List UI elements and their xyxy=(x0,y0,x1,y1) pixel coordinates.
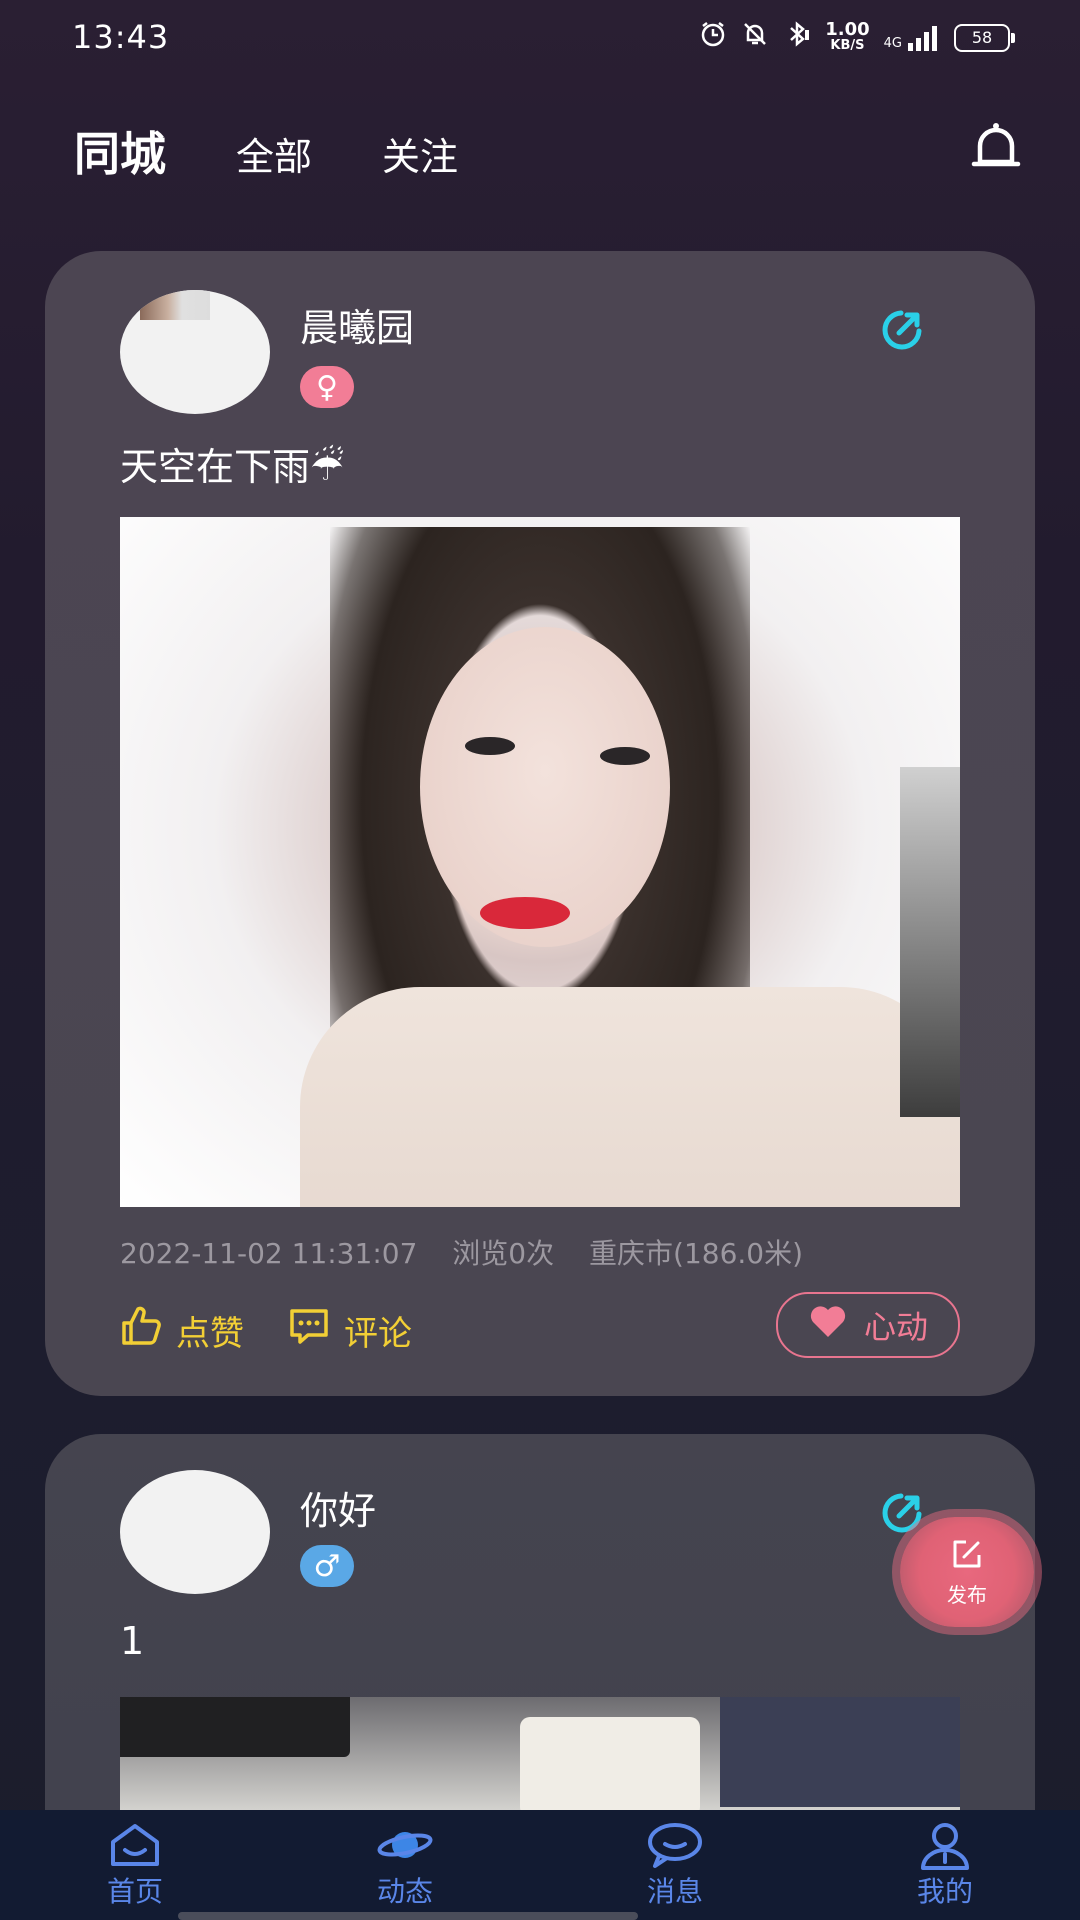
like-button[interactable]: 点赞 xyxy=(120,1305,244,1356)
image-laptop xyxy=(720,1697,960,1807)
heart-beat-label: 心动 xyxy=(863,1308,928,1346)
home-icon xyxy=(111,1824,159,1866)
comment-button[interactable]: 评论 xyxy=(288,1305,412,1356)
tab-nearby[interactable]: 同城 xyxy=(74,118,166,184)
home-indicator[interactable] xyxy=(178,1912,638,1920)
battery-indicator: 58 xyxy=(954,23,1015,52)
image-window xyxy=(900,767,960,1117)
publish-button[interactable]: 发布 xyxy=(900,1517,1034,1627)
like-label: 点赞 xyxy=(176,1314,244,1354)
image-lips xyxy=(480,897,570,929)
comment-label: 评论 xyxy=(344,1314,412,1354)
net-speed: 1.00 KB/S xyxy=(825,18,870,54)
avatar-image xyxy=(140,290,210,320)
post-card[interactable]: 晨曦园 ♀ 天空在下雨☔ 2022-11-02 11:31:07 浏览0次 重庆… xyxy=(45,251,1035,1396)
tab-nearby-label: 同城 xyxy=(74,127,166,181)
thumbs-up-icon xyxy=(120,1305,162,1356)
bluetooth-icon xyxy=(783,20,811,55)
status-time: 13:43 xyxy=(72,18,170,56)
edit-icon xyxy=(950,1537,984,1575)
share-icon[interactable] xyxy=(879,1490,925,1536)
user-icon xyxy=(921,1823,969,1870)
net-speed-unit: KB/S xyxy=(830,37,865,53)
image-eye xyxy=(600,747,650,765)
image-monitor xyxy=(120,1697,350,1757)
nav-profile-label: 我的 xyxy=(916,1875,973,1908)
planet-icon xyxy=(377,1832,433,1858)
female-gender-icon: ♀ xyxy=(300,366,354,408)
avatar[interactable] xyxy=(120,1470,270,1594)
image-power-strip xyxy=(520,1717,700,1817)
chat-icon xyxy=(648,1823,702,1868)
bottom-nav: 首页 动态 消息 我的 xyxy=(0,1810,1080,1920)
share-icon[interactable] xyxy=(879,307,925,353)
top-tabs: 同城 全部 关注 xyxy=(74,118,458,184)
image-sweater xyxy=(300,987,960,1207)
nav-moments[interactable]: 动态 xyxy=(335,1820,475,1910)
post-image[interactable] xyxy=(120,517,960,1207)
tab-following[interactable]: 关注 xyxy=(382,126,458,181)
status-icons: 1.00 KB/S 4G 58 xyxy=(699,18,1015,55)
notification-bell-icon[interactable] xyxy=(966,118,1026,178)
screen: 13:43 1.00 KB/S 4G 58 同城 全部 关注 晨曦园 ♀ 天空在… xyxy=(0,0,1080,1920)
post-timestamp: 2022-11-02 11:31:07 xyxy=(120,1237,418,1270)
signal-icon: 4G xyxy=(884,25,940,51)
heart-icon xyxy=(808,1303,848,1347)
alarm-icon xyxy=(699,20,727,55)
publish-label: 发布 xyxy=(947,1582,987,1607)
male-gender-icon: ♂ xyxy=(300,1545,354,1587)
tab-all[interactable]: 全部 xyxy=(236,126,312,181)
mute-icon xyxy=(741,20,769,55)
avatar[interactable] xyxy=(120,290,270,414)
post-meta: 2022-11-02 11:31:07 浏览0次 重庆市(186.0米) xyxy=(120,1232,829,1272)
nav-profile[interactable]: 我的 xyxy=(875,1820,1015,1910)
post-views: 浏览0次 xyxy=(452,1237,555,1270)
network-type: 4G xyxy=(883,35,902,51)
post-text: 天空在下雨☔ xyxy=(120,445,345,489)
nav-messages[interactable]: 消息 xyxy=(605,1820,745,1910)
post-username[interactable]: 晨曦园 xyxy=(300,297,414,352)
post-text: 1 xyxy=(120,1619,145,1663)
nav-messages-label: 消息 xyxy=(646,1875,703,1908)
image-eye xyxy=(465,737,515,755)
nav-home-label: 首页 xyxy=(106,1875,163,1908)
nav-home[interactable]: 首页 xyxy=(65,1820,205,1910)
post-actions: 点赞 评论 xyxy=(120,1305,412,1356)
post-username[interactable]: 你好 xyxy=(300,1480,376,1535)
heart-beat-button[interactable]: 心动 xyxy=(776,1292,960,1358)
comment-icon xyxy=(288,1305,330,1356)
post-location: 重庆市(186.0米) xyxy=(589,1237,804,1270)
net-speed-value: 1.00 xyxy=(825,18,870,40)
status-bar: 13:43 1.00 KB/S 4G 58 xyxy=(0,0,1080,80)
nav-moments-label: 动态 xyxy=(376,1875,433,1908)
